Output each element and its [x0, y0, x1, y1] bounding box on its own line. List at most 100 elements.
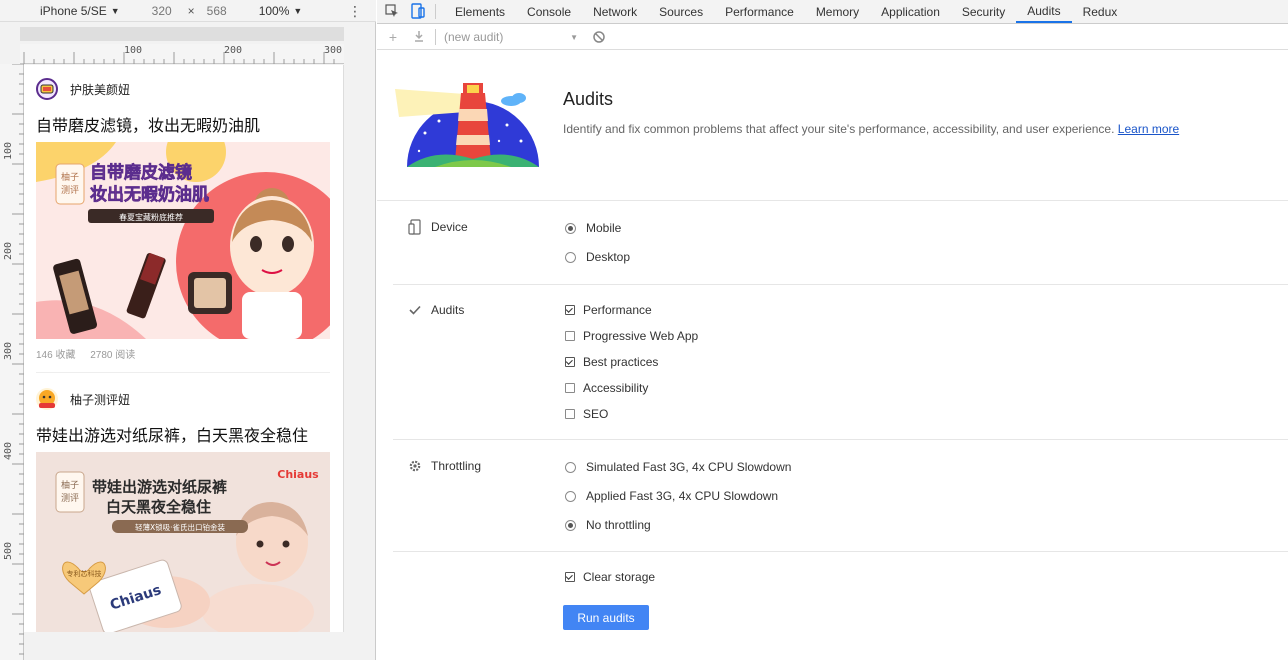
checkbox-seo[interactable]: SEO [565, 407, 608, 421]
checkbox[interactable] [565, 357, 575, 367]
ruler-label: 100 [3, 141, 14, 160]
device-label: Device [431, 220, 468, 234]
radio-button[interactable] [565, 519, 576, 531]
tab-audits[interactable]: Audits [1016, 0, 1072, 23]
ruler-label: 200 [3, 241, 14, 260]
device-select[interactable]: iPhone 5/SE ▼ [40, 4, 120, 18]
tab-security[interactable]: Security [951, 0, 1016, 23]
device-emulation-pane: iPhone 5/SE ▼ 320 × 568 100% ▼ ⋮ 100 200… [0, 0, 376, 660]
divider [36, 372, 330, 373]
checkbox[interactable] [565, 331, 575, 341]
option-label: Accessibility [583, 381, 649, 395]
download-icon[interactable] [409, 29, 429, 45]
brand-logo: Chiaus [277, 468, 319, 481]
option-label: Best practices [583, 355, 659, 369]
audits-description: Identify and fix common problems that af… [563, 122, 1179, 136]
devtools-window: iPhone 5/SE ▼ 320 × 568 100% ▼ ⋮ 100 200… [0, 0, 1288, 660]
cover-headline-1: 带娃出游选对纸尿裤 [92, 478, 227, 496]
option-label: Applied Fast 3G, 4x CPU Slowdown [586, 489, 779, 503]
option-label: Simulated Fast 3G, 4x CPU Slowdown [586, 460, 792, 474]
article-cover-image[interactable]: 柚子 测评 自带磨皮滤镜 妆出无暇奶油肌 春夏宝藏粉底推荐 [36, 142, 330, 339]
article-author[interactable]: 护肤美颜妞 [36, 78, 130, 100]
checkbox[interactable] [565, 409, 575, 419]
radio-no-throttling[interactable]: No throttling [565, 518, 651, 532]
more-options-icon[interactable]: ⋮ [348, 2, 362, 20]
checkbox[interactable] [565, 572, 575, 582]
article-title[interactable]: 带娃出游选对纸尿裤，白天黑夜全稳住 [36, 422, 308, 446]
device-toolbar: iPhone 5/SE ▼ 320 × 568 100% ▼ ⋮ [0, 0, 376, 22]
tab-network[interactable]: Network [582, 0, 648, 23]
radio-button[interactable] [565, 222, 576, 234]
checkbox-clear-storage[interactable]: Clear storage [565, 570, 655, 584]
lighthouse-logo [395, 81, 541, 174]
checkbox[interactable] [565, 383, 575, 393]
checkbox-best-practices[interactable]: Best practices [565, 355, 658, 369]
article-author[interactable]: 柚子测评妞 [36, 388, 130, 410]
audits-toolbar: + (new audit) ▼ [377, 25, 1288, 50]
tab-memory[interactable]: Memory [805, 0, 870, 23]
cover-tagline: 轻薄X锁吸·雀氏出口铂金装 [135, 522, 226, 532]
media-query-bar[interactable] [20, 27, 344, 41]
seal-text: 专利芯科技 [67, 569, 102, 578]
tab-sources[interactable]: Sources [648, 0, 714, 23]
radio-button[interactable] [565, 461, 576, 473]
tab-redux[interactable]: Redux [1072, 0, 1129, 23]
device-viewport[interactable]: 护肤美颜妞 自带磨皮滤镜，妆出无暇奶油肌 柚子 测评 自带磨皮滤镜 妆出无暇奶油… [24, 65, 344, 632]
description-text: Identify and fix common problems that af… [563, 122, 1115, 136]
option-label: Performance [583, 303, 652, 317]
radio-button[interactable] [565, 251, 576, 263]
option-label: Mobile [586, 221, 622, 235]
checkbox-accessibility[interactable]: Accessibility [565, 381, 648, 395]
caret-down-icon: ▼ [293, 5, 303, 16]
tab-elements[interactable]: Elements [444, 0, 516, 23]
add-icon[interactable]: + [383, 29, 403, 45]
device-name: iPhone 5/SE [40, 3, 107, 18]
article-cover-image[interactable]: Chiaus 专利芯科技 柚子 测评 Chiaus 带娃出游选对纸尿裤 白天黑夜… [36, 452, 330, 632]
horizontal-ruler: 100 200 300 [20, 44, 344, 64]
inspect-element-icon[interactable] [381, 0, 403, 22]
run-audits-button[interactable]: Run audits [563, 605, 649, 630]
cover-tagline: 春夏宝藏粉底推荐 [119, 212, 183, 222]
radio-desktop[interactable]: Desktop [565, 250, 630, 264]
cover-headline-1: 自带磨皮滤镜 [90, 162, 192, 183]
tab-performance[interactable]: Performance [714, 0, 805, 23]
radio-button[interactable] [565, 490, 576, 502]
audit-report-select[interactable]: (new audit) ▼ [444, 30, 578, 44]
device-toolbar-toggle-icon[interactable] [407, 0, 429, 22]
option-label: SEO [583, 407, 609, 421]
gear-icon [407, 458, 423, 474]
checkbox-performance[interactable]: Performance [565, 303, 652, 317]
audits-section: Audits Performance Progressive Web App B… [393, 285, 1288, 440]
mobile-device-icon [407, 219, 423, 235]
learn-more-link[interactable]: Learn more [1118, 122, 1179, 136]
audits-section-label: Audits [407, 302, 464, 318]
ruler-label: 100 [124, 45, 143, 56]
caret-down-icon: ▼ [110, 5, 120, 16]
tab-application[interactable]: Application [870, 0, 951, 23]
devtools-panel: Elements Console Network Sources Perform… [377, 0, 1288, 660]
audits-header: Audits Identify and fix common problems … [377, 51, 1288, 201]
audits-title: Audits [563, 89, 614, 109]
audit-report-value: (new audit) [444, 30, 504, 44]
cover-headline-2: 白天黑夜全稳住 [106, 498, 211, 516]
option-label: Clear storage [583, 570, 656, 584]
clear-icon[interactable] [592, 30, 606, 44]
height-input[interactable]: 568 [207, 4, 227, 18]
tab-console[interactable]: Console [516, 0, 582, 23]
device-section-label: Device [407, 219, 468, 235]
radio-simulated-fast-3g[interactable]: Simulated Fast 3G, 4x CPU Slowdown [565, 460, 791, 474]
checkbox[interactable] [565, 305, 575, 315]
ruler-label: 300 [3, 341, 14, 360]
author-name: 护肤美颜妞 [70, 82, 131, 97]
avatar [36, 388, 58, 410]
radio-applied-fast-3g[interactable]: Applied Fast 3G, 4x CPU Slowdown [565, 489, 778, 503]
option-label: No throttling [586, 518, 651, 532]
ruler-label: 200 [224, 45, 243, 56]
radio-mobile[interactable]: Mobile [565, 221, 621, 235]
width-input[interactable]: 320 [152, 4, 176, 18]
article-title[interactable]: 自带磨皮滤镜，妆出无暇奶油肌 [36, 112, 260, 136]
zoom-select[interactable]: 100% ▼ [259, 4, 303, 18]
reads-count: 2780 阅读 [90, 350, 136, 361]
tabbar-divider [435, 4, 436, 19]
checkbox-pwa[interactable]: Progressive Web App [565, 329, 698, 343]
